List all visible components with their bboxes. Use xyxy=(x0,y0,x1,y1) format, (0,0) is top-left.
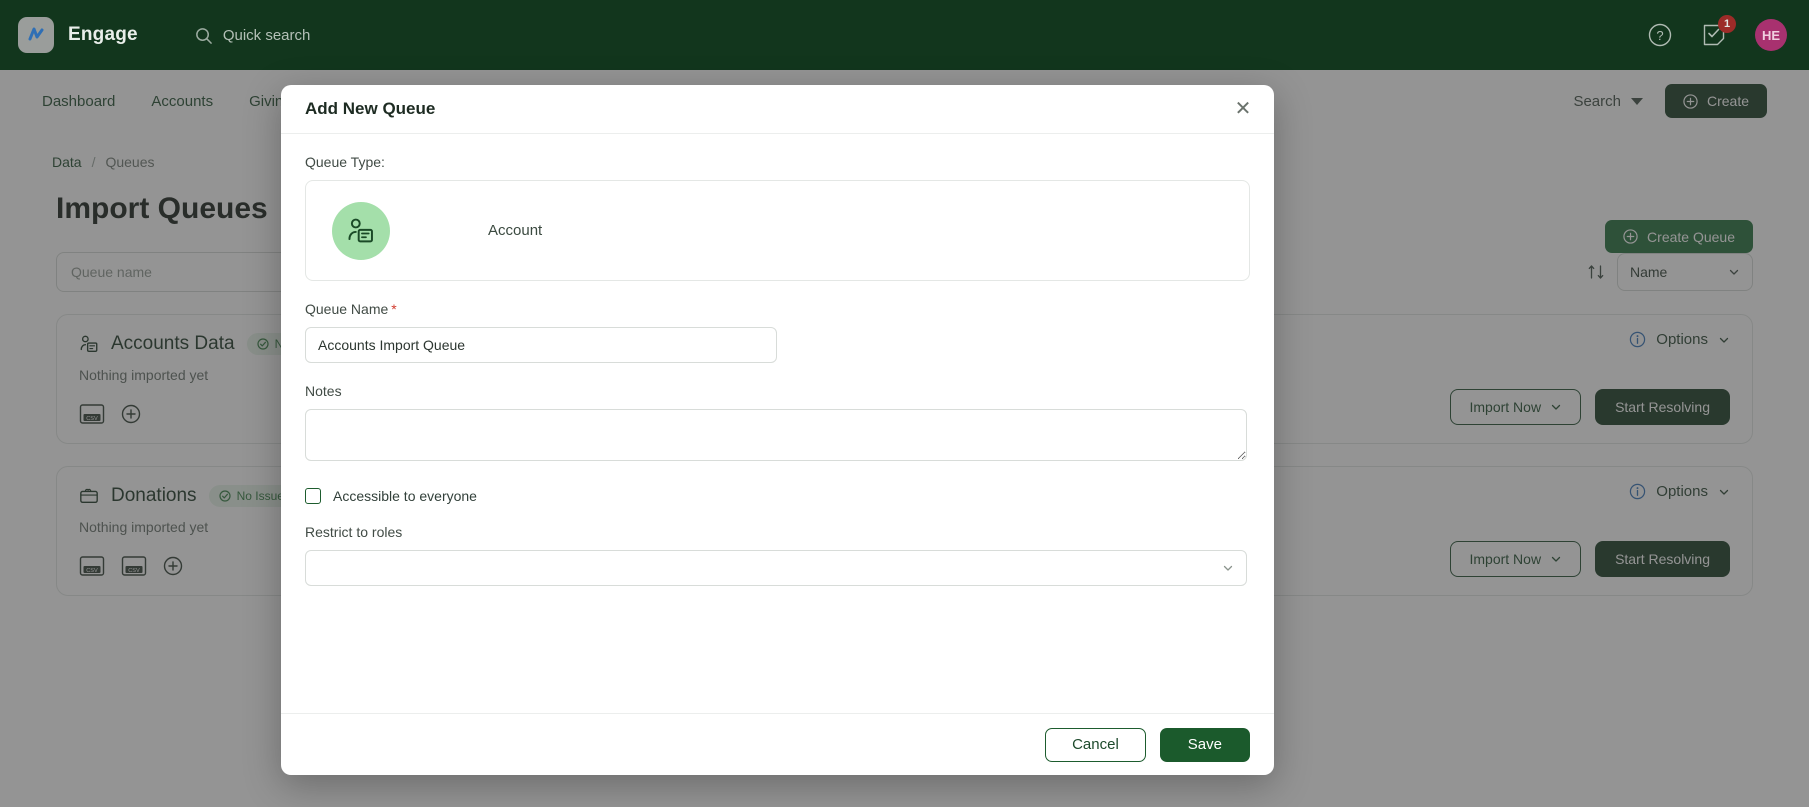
avatar[interactable]: HE xyxy=(1755,19,1787,51)
chevron-down-icon xyxy=(1223,565,1233,571)
accessible-to-everyone-label: Accessible to everyone xyxy=(333,488,477,504)
brand[interactable]: Engage xyxy=(18,17,138,53)
queue-type-card[interactable]: Account xyxy=(305,180,1250,281)
help-circle-icon[interactable]: ? xyxy=(1647,22,1673,48)
top-bar-actions: ? 1 HE xyxy=(1647,15,1787,51)
quick-search-placeholder: Quick search xyxy=(222,26,311,44)
dialog-header: Add New Queue ✕ xyxy=(281,85,1274,133)
dialog-body: Queue Type: Account Queue Name * Account… xyxy=(281,133,1274,713)
restrict-to-roles-select[interactable] xyxy=(305,550,1247,586)
queue-name-input[interactable] xyxy=(305,327,777,363)
queue-type-label: Queue Type: xyxy=(305,154,385,170)
brand-name: Engage xyxy=(68,24,138,45)
dialog-title: Add New Queue xyxy=(305,99,436,118)
save-button[interactable]: Save xyxy=(1159,727,1250,762)
dialog-footer: Cancel Save xyxy=(281,713,1274,775)
required-asterisk: * xyxy=(391,301,397,317)
queue-name-group: Queue Name * xyxy=(305,301,1250,363)
queue-type-name: Account xyxy=(488,222,543,239)
restrict-to-roles-label: Restrict to roles xyxy=(305,524,403,540)
notes-textarea[interactable] xyxy=(305,409,1247,461)
notes-label: Notes xyxy=(305,383,342,399)
search-icon xyxy=(195,27,212,44)
svg-text:?: ? xyxy=(1656,28,1663,43)
engage-logo-icon xyxy=(18,17,54,53)
close-icon[interactable]: ✕ xyxy=(1230,96,1256,122)
top-bar: Engage Quick search ? 1 HE xyxy=(0,0,1809,70)
notes-group: Notes xyxy=(305,383,1250,466)
queue-name-label: Queue Name * xyxy=(305,301,1250,317)
accessible-to-everyone-checkbox[interactable] xyxy=(305,488,321,504)
add-new-queue-dialog: Add New Queue ✕ Queue Type: Account Queu… xyxy=(281,85,1274,775)
app-root: Engage Quick search ? 1 HE Add New Queue… xyxy=(0,0,1809,807)
cancel-button[interactable]: Cancel xyxy=(1045,727,1146,762)
queue-name-label-text: Queue Name xyxy=(305,301,389,317)
accessible-to-everyone-checkbox-row[interactable]: Accessible to everyone xyxy=(305,488,1250,504)
restrict-to-roles-group: Restrict to roles xyxy=(305,524,1250,586)
task-badge-count: 1 xyxy=(1718,15,1736,33)
task-note-icon[interactable]: 1 xyxy=(1701,15,1736,48)
quick-search[interactable]: Quick search xyxy=(194,26,311,45)
account-card-icon xyxy=(332,201,390,260)
